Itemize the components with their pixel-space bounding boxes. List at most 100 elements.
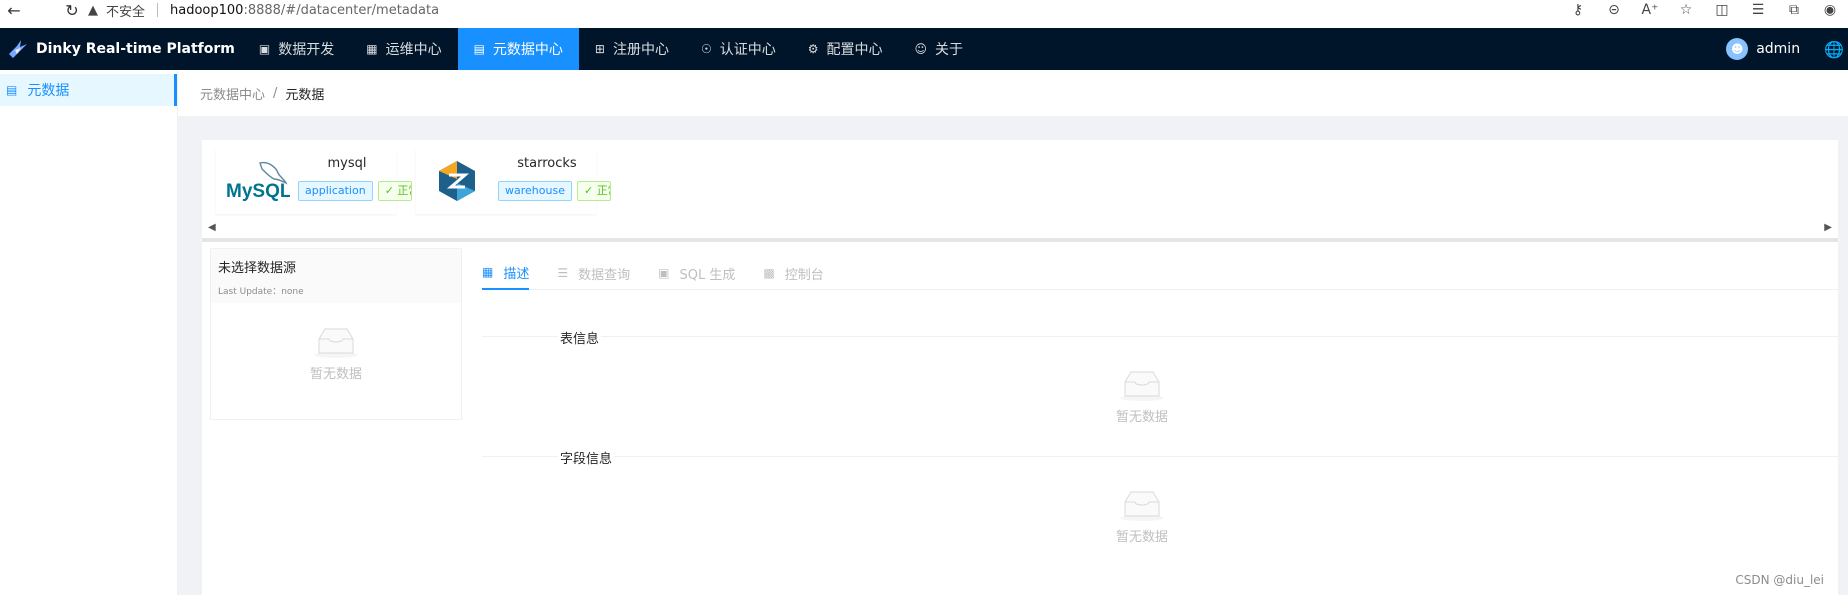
sidebar-item-metadata[interactable]: ▤ 元数据: [0, 74, 177, 106]
tab-data-query[interactable]: ☰ 数据查询: [557, 256, 630, 290]
starrocks-logo: [416, 148, 498, 214]
menu-label: 关于: [935, 42, 964, 58]
back-icon[interactable]: ←: [0, 0, 28, 20]
mysql-logo: MySQL: [216, 148, 298, 214]
menu-item-registry-center[interactable]: ⊞ 注册中心: [579, 28, 685, 70]
scroll-left-icon[interactable]: ◀: [208, 222, 216, 233]
datasource-name: mysql: [327, 156, 367, 171]
menu-label: 元数据中心: [492, 42, 563, 58]
tab-description[interactable]: ▦ 描述: [482, 256, 530, 290]
warning-icon[interactable]: ▲: [88, 3, 98, 18]
field-info-empty-state: 暂无数据: [1082, 488, 1202, 545]
table-info-title: 表信息: [558, 328, 602, 347]
menu-label: 数据开发: [278, 42, 335, 58]
empty-inbox-icon: [1120, 371, 1164, 401]
favorites-list-icon[interactable]: ☰: [1740, 2, 1776, 18]
apps-icon: ⊞: [594, 42, 605, 56]
tab-label: SQL 生成: [679, 267, 736, 283]
tab-label: 控制台: [784, 267, 824, 283]
list-icon: ☰: [557, 266, 569, 280]
url-path: :8888/#/datacenter/metadata: [243, 2, 440, 18]
smile-icon: ☺: [914, 42, 928, 56]
empty-inbox-icon: [1120, 491, 1164, 521]
menu-item-about[interactable]: ☺ 关于: [899, 28, 980, 70]
datasource-card-starrocks[interactable]: starrocks warehouse ✓ 正常: [416, 148, 611, 214]
type-tag: warehouse: [498, 181, 572, 201]
favorite-star-icon[interactable]: ☆: [1668, 2, 1704, 18]
main-menu: ▣ 数据开发 ▦ 运维中心 ▤ 元数据中心 ⊞ 注册中心 ☉ 认证中心 ⚙ 配置…: [243, 28, 979, 70]
zoom-icon[interactable]: ⊝: [1596, 2, 1632, 18]
tab-label: 数据查询: [578, 267, 631, 283]
mysql-logo-icon: MySQL: [226, 161, 290, 202]
browser-toolbar: ← ↻ ▲ 不安全 hadoop100 :8888/#/datacenter/m…: [0, 0, 1848, 20]
url-host: hadoop100: [170, 2, 244, 18]
detail-tabs: ▦ 描述 ☰ 数据查询 ▣ SQL 生成 ▩ 控制台: [482, 256, 1838, 290]
menu-label: 运维中心: [385, 42, 442, 58]
source-card-header: 未选择数据源 Last Update：none: [211, 249, 461, 303]
menu-item-config-center[interactable]: ⚙ 配置中心: [792, 28, 899, 70]
empty-text: 暂无数据: [1115, 410, 1168, 425]
database-icon: ▤: [473, 42, 485, 56]
menu-label: 认证中心: [719, 42, 776, 58]
main-content: 元数据中心 / 元数据 MySQL mysql application ✓ 正常: [178, 70, 1848, 595]
menu-item-auth-center[interactable]: ☉ 认证中心: [685, 28, 792, 70]
gear-icon: ⚙: [807, 42, 819, 56]
menu-label: 注册中心: [612, 42, 669, 58]
tag-group: warehouse ✓ 正常: [498, 181, 616, 201]
status-tag-text: 正常: [397, 184, 410, 197]
empty-text: 暂无数据: [309, 367, 362, 382]
table-info-empty-state: 暂无数据: [1082, 368, 1202, 425]
browser-actions: ⚷ ⊝ A⁺ ☆ ◫ ☰ ⧉ ◉: [1560, 0, 1848, 20]
mysql-logo-text: MySQL: [226, 181, 290, 202]
datasource-card-body: starrocks warehouse ✓ 正常: [498, 148, 611, 214]
tab-label: 描述: [503, 266, 530, 282]
field-info-divider: [482, 456, 1838, 457]
globe-icon[interactable]: 🌐: [1824, 40, 1844, 59]
avatar[interactable]: ☻: [1726, 38, 1749, 60]
breadcrumb-current: 元数据: [285, 88, 325, 103]
menu-item-ops-center[interactable]: ▦ 运维中心: [350, 28, 457, 70]
desc-icon: ▦: [482, 265, 494, 279]
scrollbar-track: [202, 238, 1838, 242]
split-screen-icon[interactable]: ◫: [1704, 2, 1740, 18]
read-aloud-icon[interactable]: A⁺: [1632, 2, 1668, 18]
datasource-card-body: mysql application ✓ 正常: [298, 148, 412, 214]
code-icon: ▣: [658, 266, 670, 280]
username[interactable]: admin: [1756, 41, 1800, 57]
page-header: 元数据中心 / 元数据: [178, 70, 1848, 116]
tab-sql-generate[interactable]: ▣ SQL 生成: [658, 256, 735, 290]
type-tag: application: [298, 181, 373, 201]
collections-icon[interactable]: ⧉: [1776, 2, 1812, 18]
console-icon: ▩: [763, 266, 775, 280]
breadcrumb: 元数据中心 / 元数据: [200, 84, 324, 103]
empty-state: 暂无数据: [211, 325, 461, 382]
sidebar: ▤ 元数据: [0, 70, 178, 595]
tag-group: application ✓ 正常: [298, 181, 417, 201]
address-bar[interactable]: ▲ 不安全 hadoop100 :8888/#/datacenter/metad…: [88, 0, 1488, 20]
last-update-text: Last Update：none: [218, 287, 304, 297]
reload-icon[interactable]: ↻: [58, 0, 86, 20]
source-info-card: 未选择数据源 Last Update：none 暂无数据: [210, 248, 462, 420]
menu-label: 配置中心: [826, 42, 883, 58]
dinky-logo[interactable]: [0, 28, 36, 70]
security-label[interactable]: 不安全: [106, 1, 145, 20]
grid-icon: ▦: [366, 42, 378, 56]
menu-item-data-dev[interactable]: ▣ 数据开发: [243, 28, 350, 70]
status-tag-text: 正常: [596, 184, 610, 197]
extension-icon[interactable]: ◉: [1812, 2, 1848, 18]
horizontal-scrollbar[interactable]: ◀ ▶: [202, 222, 1838, 238]
sidebar-item-label: 元数据: [27, 83, 70, 99]
metadata-panel: 未选择数据源 Last Update：none 暂无数据 ▦ 描述 ☰ 数据查询: [202, 244, 1838, 595]
table-icon: ▤: [6, 83, 18, 97]
table-info-divider: [482, 336, 1838, 337]
scroll-right-icon[interactable]: ▶: [1824, 222, 1832, 233]
menu-item-metadata-center[interactable]: ▤ 元数据中心: [457, 28, 579, 70]
starrocks-logo-icon: [439, 161, 475, 201]
key-icon[interactable]: ⚷: [1560, 2, 1596, 18]
datasource-card-mysql[interactable]: MySQL mysql application ✓ 正常: [216, 148, 412, 214]
breadcrumb-parent[interactable]: 元数据中心: [200, 84, 265, 103]
brand-title[interactable]: Dinky Real-time Platform: [36, 41, 235, 57]
field-info-title: 字段信息: [558, 448, 615, 467]
shield-icon: ☉: [700, 42, 712, 56]
tab-console[interactable]: ▩ 控制台: [763, 256, 823, 290]
